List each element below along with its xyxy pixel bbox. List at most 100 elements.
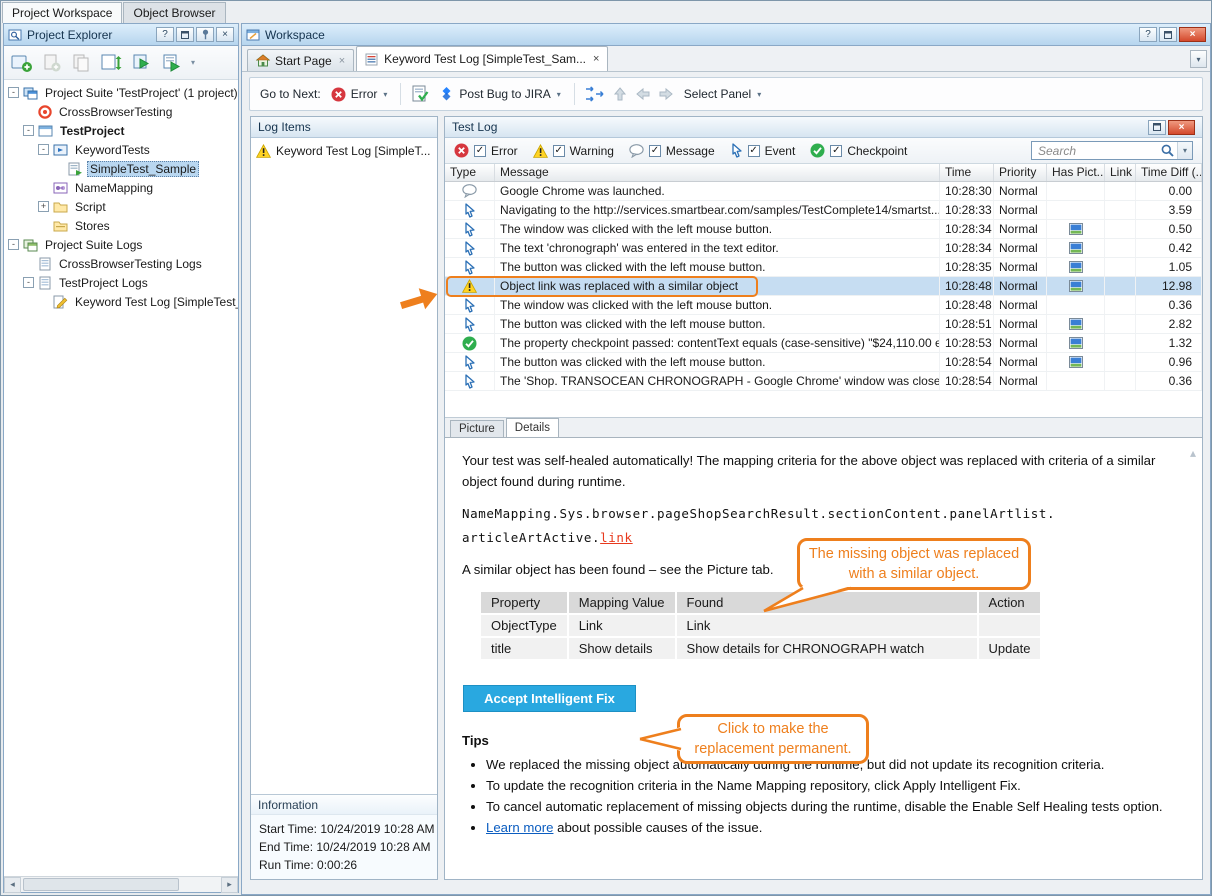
horizontal-scrollbar[interactable]: ◂ ▸ <box>4 876 238 892</box>
filter-checkbox-checkpoint[interactable]: ✓ <box>830 145 842 157</box>
filter-checkbox-warning[interactable]: ✓ <box>553 145 565 157</box>
tab-start-page[interactable]: Start Page × <box>247 49 354 71</box>
tree-item[interactable]: -TestProject Logs <box>4 273 238 292</box>
tree-item[interactable]: Stores <box>4 216 238 235</box>
tab-list-dropdown-icon[interactable]: ▾ <box>1190 50 1207 68</box>
tree-item[interactable]: Keyword Test Log [SimpleTest_S <box>4 292 238 311</box>
close-icon[interactable]: × <box>1179 27 1206 42</box>
toggle-spacer <box>53 163 64 174</box>
organize-button[interactable] <box>99 50 125 76</box>
maximize-icon[interactable] <box>1148 120 1166 135</box>
close-icon[interactable]: × <box>216 27 234 42</box>
details-scroll-up-icon[interactable]: ▴ <box>1190 446 1196 460</box>
log-row[interactable]: The button was clicked with the left mou… <box>445 315 1202 334</box>
back-arrow-icon[interactable] <box>635 86 651 102</box>
tree-item[interactable]: SimpleTest_Sample <box>4 159 238 178</box>
create-issue-icon[interactable] <box>411 85 429 103</box>
search-input[interactable]: Search ▾ <box>1031 141 1193 160</box>
tab-details[interactable]: Details <box>506 418 559 437</box>
filter-checkbox-message[interactable]: ✓ <box>649 145 661 157</box>
tree-item[interactable]: CrossBrowserTesting Logs <box>4 254 238 273</box>
column-header-link[interactable]: Link <box>1105 164 1136 181</box>
log-item[interactable]: Keyword Test Log [SimpleT... <box>251 141 437 160</box>
workspace-titlebar: Workspace ? × <box>242 24 1210 46</box>
accept-intelligent-fix-button[interactable]: Accept Intelligent Fix <box>463 685 636 712</box>
maximize-icon[interactable] <box>176 27 194 42</box>
maximize-icon[interactable] <box>1159 27 1177 42</box>
log-row-time: 10:28:34 <box>940 220 994 238</box>
collapse-icon[interactable]: - <box>8 87 19 98</box>
search-icon[interactable] <box>1158 144 1177 157</box>
tab-keyword-test-log[interactable]: Keyword Test Log [SimpleTest_Sam... × <box>356 46 608 71</box>
mapping-path-link[interactable]: link <box>600 530 633 545</box>
add-item-button[interactable] <box>39 50 65 76</box>
log-row[interactable]: Google Chrome was launched.10:28:30Norma… <box>445 182 1202 201</box>
scrollbar-thumb[interactable] <box>23 878 179 891</box>
tree-item[interactable]: -TestProject <box>4 121 238 140</box>
scroll-left-icon[interactable]: ◂ <box>4 877 21 893</box>
tab-picture[interactable]: Picture <box>450 420 504 437</box>
help-icon[interactable]: ? <box>156 27 174 42</box>
log-row[interactable]: The property checkpoint passed: contentT… <box>445 334 1202 353</box>
tree-item[interactable]: CrossBrowserTesting <box>4 102 238 121</box>
scroll-right-icon[interactable]: ▸ <box>221 877 238 893</box>
go-to-next-error-button[interactable]: Error ▾ <box>328 85 391 104</box>
forward-arrow-icon[interactable] <box>658 86 674 102</box>
expand-icon[interactable]: + <box>38 201 49 212</box>
tree-item[interactable]: NameMapping <box>4 178 238 197</box>
search-options-dropdown-icon[interactable]: ▾ <box>1177 142 1192 159</box>
close-icon[interactable]: × <box>1168 120 1195 135</box>
run-test-button[interactable] <box>159 50 185 76</box>
tree-item[interactable]: -Project Suite 'TestProject' (1 project) <box>4 83 238 102</box>
column-header-type[interactable]: Type <box>445 164 495 181</box>
log-row[interactable]: The text 'chronograph' was entered in th… <box>445 239 1202 258</box>
add-copy-button[interactable] <box>69 50 95 76</box>
workspace-content: Log Items Keyword Test Log [SimpleT... I… <box>242 116 1210 894</box>
log-row[interactable]: The button was clicked with the left mou… <box>445 353 1202 372</box>
tree-item[interactable]: -Project Suite Logs <box>4 235 238 254</box>
learn-more-link[interactable]: Learn more <box>486 820 553 835</box>
log-row[interactable]: Object link was replaced with a similar … <box>445 277 1202 296</box>
log-row[interactable]: The 'Shop. TRANSOCEAN CHRONOGRAPH - Goog… <box>445 372 1202 391</box>
tab-project-workspace[interactable]: Project Workspace <box>2 2 122 23</box>
close-tab-icon[interactable]: × <box>593 53 599 65</box>
column-header-has-pict[interactable]: Has Pict... <box>1047 164 1105 181</box>
collapse-icon[interactable]: - <box>38 144 49 155</box>
filter-checkbox-event[interactable]: ✓ <box>748 145 760 157</box>
column-header-time-diff[interactable]: Time Diff (... <box>1136 164 1202 181</box>
close-tab-icon[interactable]: × <box>339 55 345 67</box>
scrollbar-track[interactable] <box>21 877 221 893</box>
toolbar-overflow-icon[interactable]: ▾ <box>191 58 195 67</box>
collapse-icon[interactable]: - <box>23 277 34 288</box>
self-heal-intro-text: Your test was self-healed automatically!… <box>462 450 1174 492</box>
filter-checkbox-error[interactable]: ✓ <box>474 145 486 157</box>
column-header-priority[interactable]: Priority <box>994 164 1047 181</box>
tree-item[interactable]: +Script <box>4 197 238 216</box>
column-header-time[interactable]: Time <box>940 164 994 181</box>
add-project-button[interactable] <box>9 50 35 76</box>
log-row[interactable]: The window was clicked with the left mou… <box>445 220 1202 239</box>
log-table: TypeMessageTimePriorityHas Pict...LinkTi… <box>445 164 1202 418</box>
run-project-button[interactable] <box>129 50 155 76</box>
help-icon[interactable]: ? <box>1139 27 1157 42</box>
post-bug-to-jira-button[interactable]: Post Bug to JIRA ▾ <box>436 84 563 105</box>
collapse-icon[interactable]: - <box>8 239 19 250</box>
merge-results-icon[interactable] <box>585 86 605 102</box>
log-row-type <box>445 334 495 352</box>
log-row[interactable]: Navigating to the http://services.smartb… <box>445 201 1202 220</box>
select-panel-button[interactable]: Select Panel ▾ <box>681 85 764 103</box>
test-log-panel: Test Log × ✓Error✓Warning✓Message✓Event✓… <box>444 116 1203 880</box>
details-column-found: Found <box>677 592 977 613</box>
tab-object-browser[interactable]: Object Browser <box>123 2 225 23</box>
log-row[interactable]: The button was clicked with the left mou… <box>445 258 1202 277</box>
log-row-priority: Normal <box>994 277 1047 295</box>
go-to-next-label: Go to Next: <box>260 87 321 101</box>
log-row-time: 10:28:48 <box>940 296 994 314</box>
pin-icon[interactable] <box>196 27 214 42</box>
tree-item[interactable]: -KeywordTests <box>4 140 238 159</box>
up-arrow-icon[interactable] <box>612 86 628 102</box>
log-items-header: Log Items <box>251 117 437 138</box>
log-row[interactable]: The window was clicked with the left mou… <box>445 296 1202 315</box>
collapse-icon[interactable]: - <box>23 125 34 136</box>
column-header-message[interactable]: Message <box>495 164 940 181</box>
